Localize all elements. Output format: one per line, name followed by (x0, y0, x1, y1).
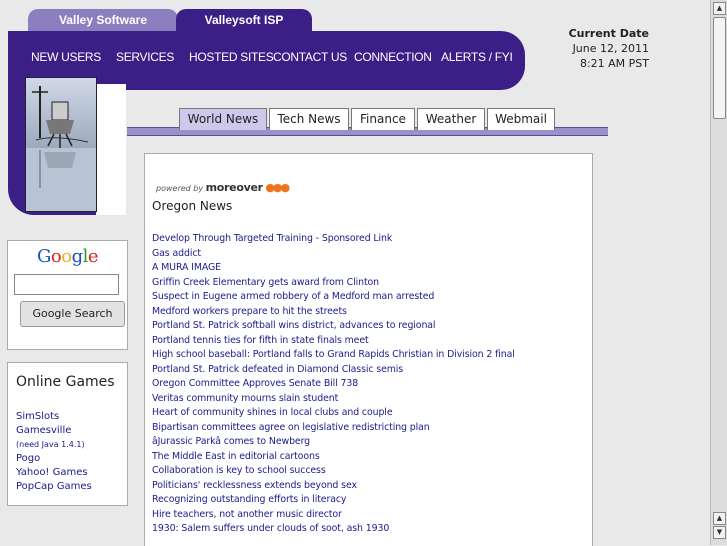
nav-new-users[interactable]: NEW USERS (31, 50, 101, 64)
google-search-button[interactable]: Google Search (20, 301, 125, 327)
google-logo-letter: o (50, 246, 62, 267)
news-headline-link[interactable]: Gas addict (152, 247, 515, 262)
news-headline-link[interactable]: A MURA IMAGE (152, 261, 515, 276)
news-headline-link[interactable]: Oregon Committee Approves Senate Bill 73… (152, 377, 515, 392)
google-logo-letter: e (87, 246, 99, 267)
moreover-dots-icon: ●●● (265, 181, 290, 194)
news-headline-link[interactable]: Portland St. Patrick softball wins distr… (152, 319, 515, 334)
news-headline-link[interactable]: Collaboration is key to school success (152, 464, 515, 479)
news-list: Develop Through Targeted Training - Spon… (152, 232, 515, 537)
tab-valley-software[interactable]: Valley Software (28, 9, 178, 31)
page-scrollbar[interactable]: ▲ ▲ ▼ (710, 0, 727, 545)
powered-by-label: powered by (156, 184, 204, 193)
news-headline-link[interactable]: Portland tennis ties for fifth in state … (152, 334, 515, 349)
news-headline-link[interactable]: Portland St. Patrick defeated in Diamond… (152, 363, 515, 378)
news-headline-link[interactable]: The Middle East in editorial cartoons (152, 450, 515, 465)
game-link-yahoo-games[interactable]: Yahoo! Games (16, 466, 92, 480)
google-search-box: Google Google Search (7, 240, 128, 350)
google-logo: Google (8, 246, 127, 267)
games-list: SimSlots Gamesville (need Java 1.4.1) Po… (16, 410, 92, 494)
tab-tech-news[interactable]: Tech News (269, 108, 349, 130)
nav-connection[interactable]: CONNECTION (354, 50, 432, 64)
online-games-box: Online Games SimSlots Gamesville (need J… (7, 362, 128, 506)
game-link-gamesville[interactable]: Gamesville (16, 424, 92, 438)
time-value: 8:21 AM PST (579, 57, 649, 70)
tab-weather[interactable]: Weather (417, 108, 485, 130)
news-headline-link[interactable]: âJurassic Parkâ comes to Newberg (152, 435, 515, 450)
nav-contact-us[interactable]: CONTACT US (273, 50, 347, 64)
nav-alerts-fyi[interactable]: ALERTS / FYI (441, 50, 513, 64)
tab-finance[interactable]: Finance (351, 108, 415, 130)
news-headline-link[interactable]: Politicians' recklessness extends beyond… (152, 479, 515, 494)
game-link-simslots[interactable]: SimSlots (16, 410, 92, 424)
games-title: Online Games (16, 374, 115, 390)
google-search-input[interactable] (14, 274, 119, 295)
news-headline-link[interactable]: Suspect in Eugene armed robbery of a Med… (152, 290, 515, 305)
date-label: Current Date (568, 27, 649, 40)
news-headline-link[interactable]: Bipartisan committees agree on legislati… (152, 421, 515, 436)
news-headline-link[interactable]: Recognizing outstanding efforts in liter… (152, 493, 515, 508)
tab-webmail[interactable]: Webmail (487, 108, 555, 130)
current-date: Current Date June 12, 2011 8:21 AM PST (569, 26, 649, 71)
header-photo (25, 77, 97, 212)
games-java-note: (need Java 1.4.1) (16, 440, 85, 449)
side-gap (96, 84, 126, 215)
tab-world-news[interactable]: World News (179, 108, 267, 130)
google-logo-letter: o (61, 246, 72, 267)
news-headline-link[interactable]: Hire teachers, not another music directo… (152, 508, 515, 523)
news-panel: powered by moreover ●●● Oregon News Deve… (144, 153, 593, 546)
news-headline-link[interactable]: Veritas community mourns slain student (152, 392, 515, 407)
google-logo-letter: G (36, 246, 51, 267)
scroll-up-arrow-icon[interactable]: ▲ (713, 2, 726, 15)
news-headline-link[interactable]: High school baseball: Portland falls to … (152, 348, 515, 363)
google-logo-letter: g (71, 246, 84, 267)
news-headline-link[interactable]: 1930: Salem suffers under clouds of soot… (152, 522, 515, 537)
news-title: Oregon News (152, 199, 233, 213)
nav-services[interactable]: SERVICES (116, 50, 174, 64)
scroll-up-arrow-bottom-icon[interactable]: ▲ (713, 512, 726, 525)
news-headline-link[interactable]: Develop Through Targeted Training - Spon… (152, 232, 515, 247)
date-value: June 12, 2011 (572, 42, 649, 55)
nav-hosted-sites[interactable]: HOSTED SITES (189, 50, 274, 64)
scroll-down-arrow-icon[interactable]: ▼ (713, 526, 726, 539)
tab-valleysoft-isp[interactable]: Valleysoft ISP (176, 9, 312, 31)
game-link-pogo[interactable]: Pogo (16, 452, 92, 466)
moreover-logo: moreover (205, 181, 263, 194)
game-link-popcap-games[interactable]: PopCap Games (16, 480, 92, 494)
scrollbar-thumb[interactable] (713, 17, 726, 119)
powered-by: powered by moreover ●●● (156, 181, 290, 194)
news-headline-link[interactable]: Griffin Creek Elementary gets award from… (152, 276, 515, 291)
news-headline-link[interactable]: Medford workers prepare to hit the stree… (152, 305, 515, 320)
news-headline-link[interactable]: Heart of community shines in local clubs… (152, 406, 515, 421)
